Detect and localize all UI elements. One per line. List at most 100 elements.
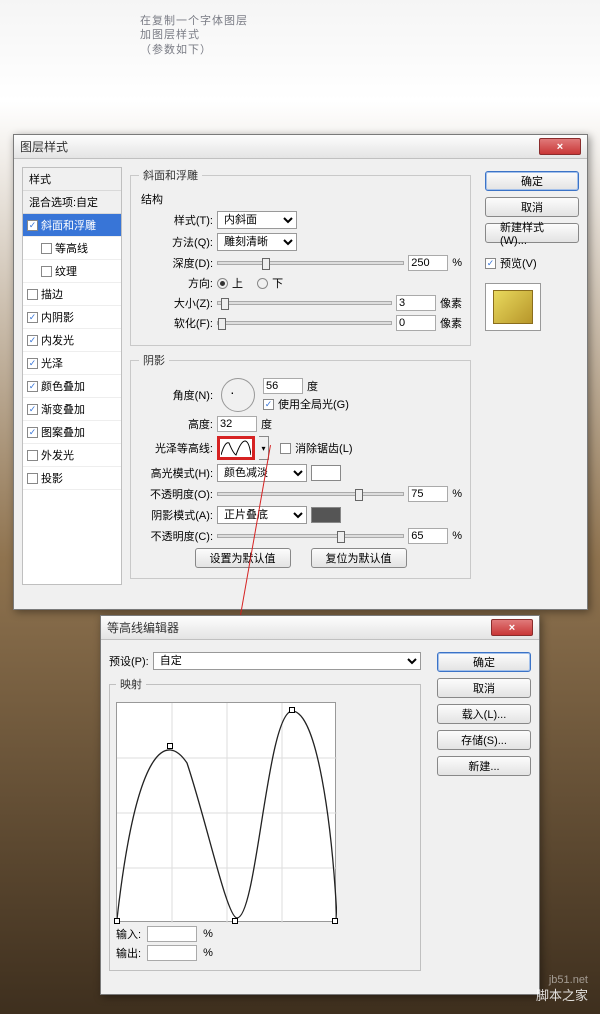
sh-color-swatch[interactable] xyxy=(311,507,341,523)
antialias-label: 消除锯齿(L) xyxy=(295,440,352,456)
checkbox-icon[interactable] xyxy=(27,473,38,484)
altitude-label: 高度: xyxy=(139,416,213,432)
preview-checkbox[interactable] xyxy=(485,258,496,269)
soften-slider[interactable] xyxy=(217,321,392,325)
curve-point[interactable] xyxy=(167,743,173,749)
structure-label: 结构 xyxy=(141,191,462,207)
style-item-contour[interactable]: 等高线 xyxy=(23,237,121,260)
sh-mode-combo[interactable]: 正片叠底 xyxy=(217,506,307,524)
dir-up-radio[interactable] xyxy=(217,278,228,289)
button-column: 确定 取消 载入(L)... 存储(S)... 新建... xyxy=(431,648,531,977)
size-input[interactable] xyxy=(396,295,436,311)
dir-down-radio[interactable] xyxy=(257,278,268,289)
style-item-texture[interactable]: 纹理 xyxy=(23,260,121,283)
style-item-bevel[interactable]: 斜面和浮雕 xyxy=(23,214,121,237)
settings-panel: 斜面和浮雕 结构 样式(T):内斜面 方法(Q):雕刻清晰 深度(D):% 方向… xyxy=(122,167,479,585)
style-label: 等高线 xyxy=(55,240,88,256)
checkbox-icon[interactable] xyxy=(27,404,38,415)
altitude-input[interactable] xyxy=(217,416,257,432)
style-label: 内阴影 xyxy=(41,309,74,325)
style-item-inner-shadow[interactable]: 内阴影 xyxy=(23,306,121,329)
curve-point[interactable] xyxy=(114,918,120,924)
sh-mode-label: 阴影模式(A): xyxy=(139,507,213,523)
gloss-contour-label: 光泽等高线: xyxy=(139,440,213,456)
checkbox-icon[interactable] xyxy=(27,220,38,231)
checkbox-icon[interactable] xyxy=(27,312,38,323)
hl-opacity-slider[interactable] xyxy=(217,492,404,496)
close-button[interactable]: × xyxy=(539,138,581,155)
new-button[interactable]: 新建... xyxy=(437,756,531,776)
unit-pct: % xyxy=(203,947,213,959)
sh-opacity-slider[interactable] xyxy=(217,534,404,538)
shading-fieldset: 阴影 角度(N): 度 使用全局光(G) 高度:度 光泽等高线: ▾ 消除锯齿(… xyxy=(130,352,471,579)
soften-input[interactable] xyxy=(396,315,436,331)
titlebar[interactable]: 等高线编辑器 × xyxy=(101,616,539,640)
curve-point[interactable] xyxy=(289,707,295,713)
unit-pct: % xyxy=(452,488,462,500)
angle-dial[interactable] xyxy=(221,378,255,412)
sh-opacity-input[interactable] xyxy=(408,528,448,544)
style-item-color-overlay[interactable]: 颜色叠加 xyxy=(23,375,121,398)
size-slider[interactable] xyxy=(217,301,392,305)
style-label: 描边 xyxy=(41,286,63,302)
hl-mode-combo[interactable]: 颜色减淡 xyxy=(217,464,307,482)
checkbox-icon[interactable] xyxy=(27,289,38,300)
close-icon: × xyxy=(509,622,515,634)
hl-opacity-input[interactable] xyxy=(408,486,448,502)
blend-options-header[interactable]: 混合选项:自定 xyxy=(23,191,121,214)
close-button[interactable]: × xyxy=(491,619,533,636)
unit-pct: % xyxy=(203,928,213,940)
method-combo[interactable]: 雕刻清晰 xyxy=(217,233,297,251)
styles-header[interactable]: 样式 xyxy=(23,168,121,191)
checkbox-icon[interactable] xyxy=(41,243,52,254)
style-item-pattern-overlay[interactable]: 图案叠加 xyxy=(23,421,121,444)
output-value[interactable] xyxy=(147,945,197,961)
checkbox-icon[interactable] xyxy=(41,266,52,277)
hl-mode-label: 高光模式(H): xyxy=(139,465,213,481)
instruction-caption: 在复制一个字体图层 加图层样式 （参数如下） xyxy=(140,14,248,57)
cancel-button[interactable]: 取消 xyxy=(485,197,579,217)
global-light-checkbox[interactable] xyxy=(263,399,274,410)
cancel-button[interactable]: 取消 xyxy=(437,678,531,698)
set-default-button[interactable]: 设置为默认值 xyxy=(195,548,291,568)
depth-input[interactable] xyxy=(408,255,448,271)
ok-button[interactable]: 确定 xyxy=(437,652,531,672)
curve-editor[interactable] xyxy=(116,702,336,922)
checkbox-icon[interactable] xyxy=(27,335,38,346)
style-item-stroke[interactable]: 描边 xyxy=(23,283,121,306)
style-item-satin[interactable]: 光泽 xyxy=(23,352,121,375)
checkbox-icon[interactable] xyxy=(27,358,38,369)
unit-px: 像素 xyxy=(440,295,462,311)
preset-combo[interactable]: 自定 xyxy=(153,652,421,670)
caption-line: 在复制一个字体图层 xyxy=(140,14,248,28)
mapping-fieldset: 映射 输入:% 输出:% xyxy=(109,676,421,971)
checkbox-icon[interactable] xyxy=(27,381,38,392)
input-label: 输入: xyxy=(116,926,141,942)
curve-point[interactable] xyxy=(232,918,238,924)
curve-point[interactable] xyxy=(332,918,338,924)
style-combo[interactable]: 内斜面 xyxy=(217,211,297,229)
load-button[interactable]: 载入(L)... xyxy=(437,704,531,724)
checkbox-icon[interactable] xyxy=(27,427,38,438)
ok-button[interactable]: 确定 xyxy=(485,171,579,191)
hl-color-swatch[interactable] xyxy=(311,465,341,481)
preview-swatch xyxy=(485,283,541,331)
new-style-button[interactable]: 新建样式(W)... xyxy=(485,223,579,243)
checkbox-icon[interactable] xyxy=(27,450,38,461)
depth-slider[interactable] xyxy=(217,261,404,265)
style-item-drop-shadow[interactable]: 投影 xyxy=(23,467,121,490)
style-item-inner-glow[interactable]: 内发光 xyxy=(23,329,121,352)
style-item-gradient-overlay[interactable]: 渐变叠加 xyxy=(23,398,121,421)
save-button[interactable]: 存储(S)... xyxy=(437,730,531,750)
gloss-contour-thumb[interactable] xyxy=(217,436,255,460)
style-item-outer-glow[interactable]: 外发光 xyxy=(23,444,121,467)
style-label: 斜面和浮雕 xyxy=(41,217,96,233)
titlebar[interactable]: 图层样式 × xyxy=(14,135,587,159)
input-value[interactable] xyxy=(147,926,197,942)
antialias-checkbox[interactable] xyxy=(280,443,291,454)
reset-default-button[interactable]: 复位为默认值 xyxy=(311,548,407,568)
gloss-contour-dropdown[interactable]: ▾ xyxy=(259,436,269,460)
watermark-text: 脚本之家 xyxy=(536,985,588,1004)
angle-label: 角度(N): xyxy=(139,387,213,403)
angle-input[interactable] xyxy=(263,378,303,394)
